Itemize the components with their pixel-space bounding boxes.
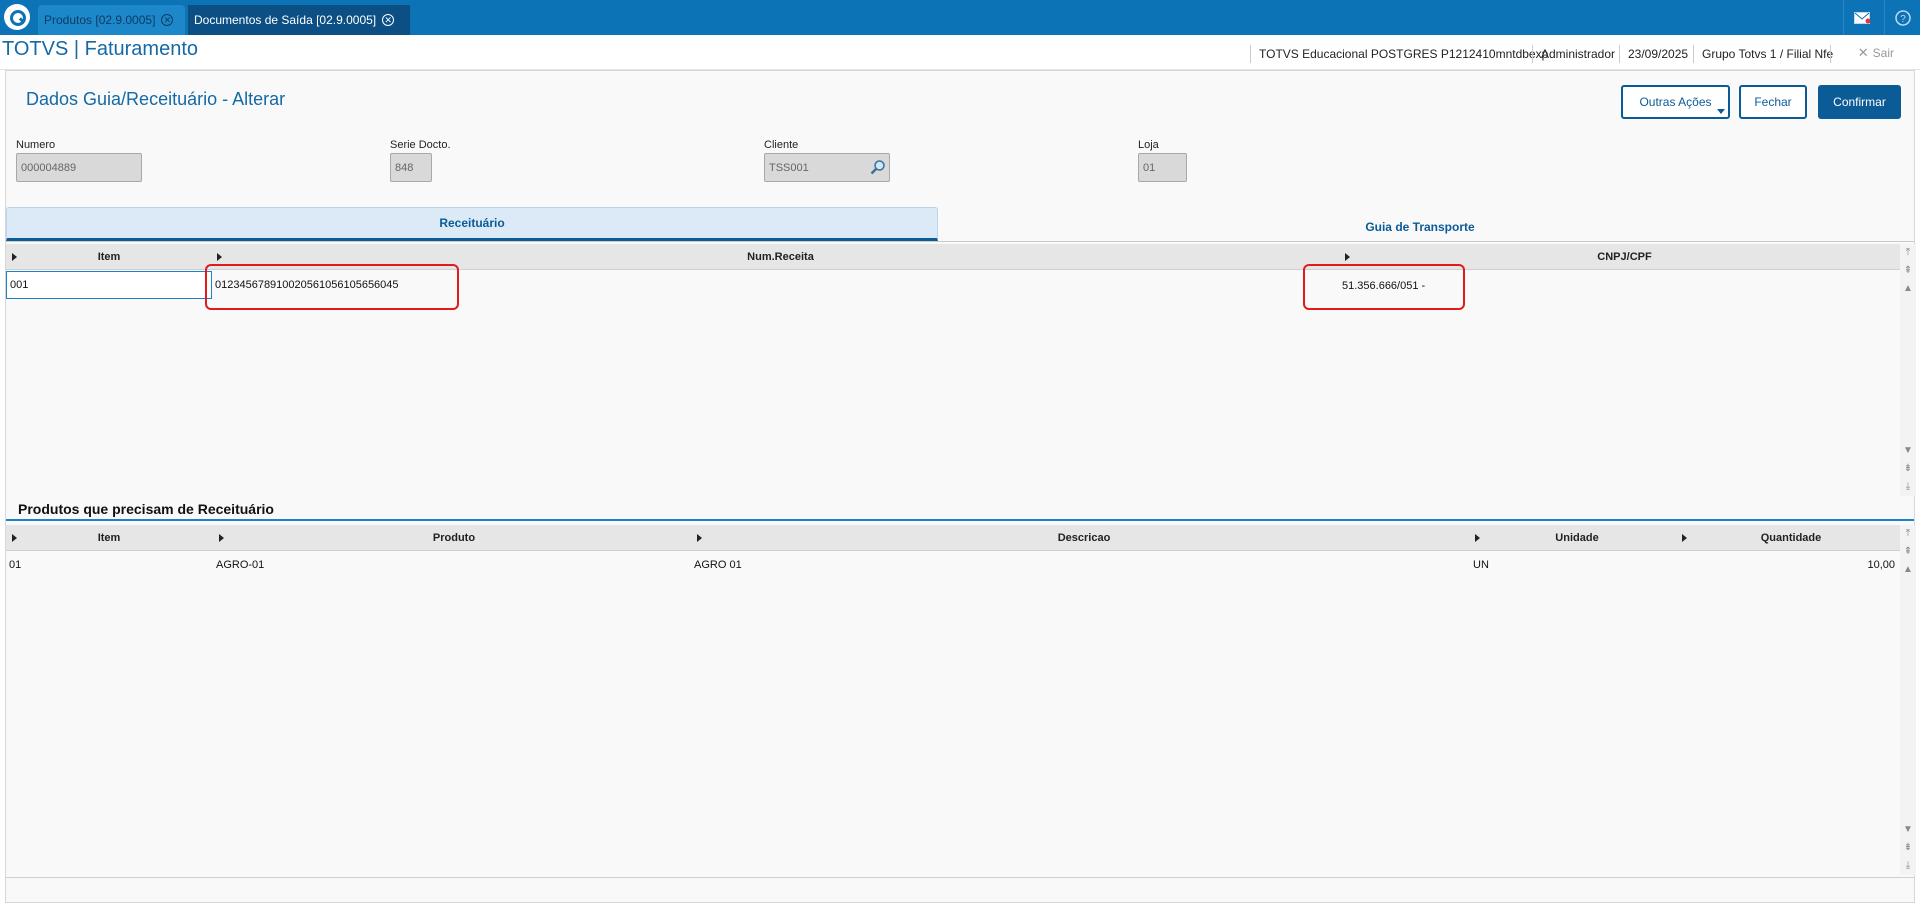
product-unit-cell[interactable]: UN <box>1473 559 1489 571</box>
other-actions-button[interactable]: Outras Ações <box>1621 85 1730 119</box>
confirm-button[interactable]: Confirmar <box>1818 85 1901 119</box>
search-icon[interactable] <box>870 159 886 175</box>
highlight-num-receita <box>205 264 459 310</box>
main-panel: Dados Guia/Receituário - Alterar Outras … <box>5 70 1916 903</box>
tab-produtos[interactable]: Produtos [02.9.0005] ✕ <box>38 5 185 35</box>
scroll-bottom-icon[interactable]: ⤓ <box>1900 478 1916 496</box>
close-button[interactable]: Fechar <box>1739 85 1807 119</box>
product-quantity-cell[interactable]: 10,00 <box>1836 559 1895 571</box>
svg-text:?: ? <box>1900 14 1906 25</box>
scroll-top-icon[interactable]: ⤒ <box>1900 525 1916 543</box>
help-icon[interactable]: ? <box>1884 0 1920 35</box>
totvs-logo-icon[interactable] <box>4 4 30 30</box>
scroll-down-icon[interactable]: ▼ <box>1900 821 1916 839</box>
serie-field[interactable]: 848 <box>390 153 432 182</box>
highlight-cnpj-cpf <box>1303 264 1465 310</box>
tab-receituario[interactable]: Receituário <box>6 207 938 241</box>
products-scrollbar[interactable]: ⤒ ⇞ ▲ ▼ ⇟ ⤓ <box>1900 525 1916 875</box>
footer-divider <box>6 877 1914 878</box>
app-header: TOTVS | Faturamento TOTVS Educacional PO… <box>0 35 1920 70</box>
product-code-cell[interactable]: AGRO-01 <box>216 559 264 571</box>
column-header-unidade[interactable]: Unidade <box>1472 525 1682 551</box>
scroll-up-icon[interactable]: ▲ <box>1900 561 1916 579</box>
product-item-cell[interactable]: 01 <box>9 559 21 571</box>
branch-label: Grupo Totvs 1 / Filial Nfe <box>1693 45 1841 63</box>
products-grid-header: Item Produto Descricao Unidade Quantidad… <box>6 525 1900 551</box>
numero-field[interactable]: 000004889 <box>16 153 142 182</box>
column-header-descricao[interactable]: Descricao <box>696 525 1472 551</box>
products-section-title: Produtos que precisam de Receituário <box>18 501 274 517</box>
scroll-page-up-icon[interactable]: ⇞ <box>1900 543 1916 561</box>
scroll-page-down-icon[interactable]: ⇟ <box>1900 460 1916 478</box>
scroll-top-icon[interactable]: ⤒ <box>1900 244 1916 262</box>
tab-guia-transporte-label: Guia de Transporte <box>1365 220 1475 234</box>
close-icon: ✕ <box>1857 45 1869 60</box>
close-icon[interactable]: ✕ <box>382 14 395 26</box>
exit-button[interactable]: ✕ Sair <box>1858 45 1894 61</box>
app-title: TOTVS | Faturamento <box>2 38 199 60</box>
exit-label: Sair <box>1872 46 1894 60</box>
tab-produtos-label: Produtos [02.9.0005] <box>44 13 156 27</box>
scroll-down-icon[interactable]: ▼ <box>1900 442 1916 460</box>
confirm-button-label: Confirmar <box>1833 95 1886 109</box>
scroll-bottom-icon[interactable]: ⤓ <box>1900 857 1916 875</box>
serie-label: Serie Docto. <box>390 139 451 151</box>
item-cell-editor[interactable] <box>6 271 212 299</box>
close-button-label: Fechar <box>1754 95 1792 109</box>
date-label: 23/09/2025 <box>1619 45 1696 63</box>
scroll-page-up-icon[interactable]: ⇞ <box>1900 262 1916 280</box>
product-description-cell[interactable]: AGRO 01 <box>694 559 742 571</box>
cliente-value: TSS001 <box>769 162 809 174</box>
column-header-item[interactable]: Item <box>6 525 212 551</box>
numero-label: Numero <box>16 139 56 151</box>
tab-divider <box>6 241 1914 242</box>
other-actions-label: Outras Ações <box>1639 95 1712 109</box>
loja-field[interactable]: 01 <box>1138 153 1187 182</box>
environment-label: TOTVS Educacional POSTGRES P1212410mntdb… <box>1250 45 1556 63</box>
receituario-scrollbar[interactable]: ⤒ ⇞ ▲ ▼ ⇟ ⤓ <box>1900 244 1916 496</box>
column-header-produto[interactable]: Produto <box>212 525 696 551</box>
user-label: Administrador <box>1532 45 1623 63</box>
tab-guia-transporte[interactable]: Guia de Transporte <box>940 207 1900 241</box>
header-divider <box>1830 45 1831 63</box>
cliente-label: Cliente <box>764 139 799 151</box>
top-bar: Produtos [02.9.0005] ✕ Documentos de Saí… <box>0 0 1920 35</box>
section-divider <box>6 519 1914 521</box>
tab-receituario-label: Receituário <box>439 216 505 230</box>
close-icon[interactable]: ✕ <box>161 14 174 26</box>
scroll-up-icon[interactable]: ▲ <box>1900 280 1916 298</box>
dropdown-arrow-icon <box>1717 109 1725 114</box>
column-header-item[interactable]: Item <box>6 244 212 270</box>
scroll-page-down-icon[interactable]: ⇟ <box>1900 839 1916 857</box>
tab-documentos-saida[interactable]: Documentos de Saída [02.9.0005] ✕ <box>188 5 410 35</box>
tab-documentos-saida-label: Documentos de Saída [02.9.0005] <box>194 13 377 27</box>
loja-label: Loja <box>1138 139 1159 151</box>
column-header-quantidade[interactable]: Quantidade <box>1682 525 1900 551</box>
page-title: Dados Guia/Receituário - Alterar <box>26 89 286 109</box>
mail-icon[interactable] <box>1843 0 1879 35</box>
item-cell[interactable]: 001 <box>10 279 28 291</box>
